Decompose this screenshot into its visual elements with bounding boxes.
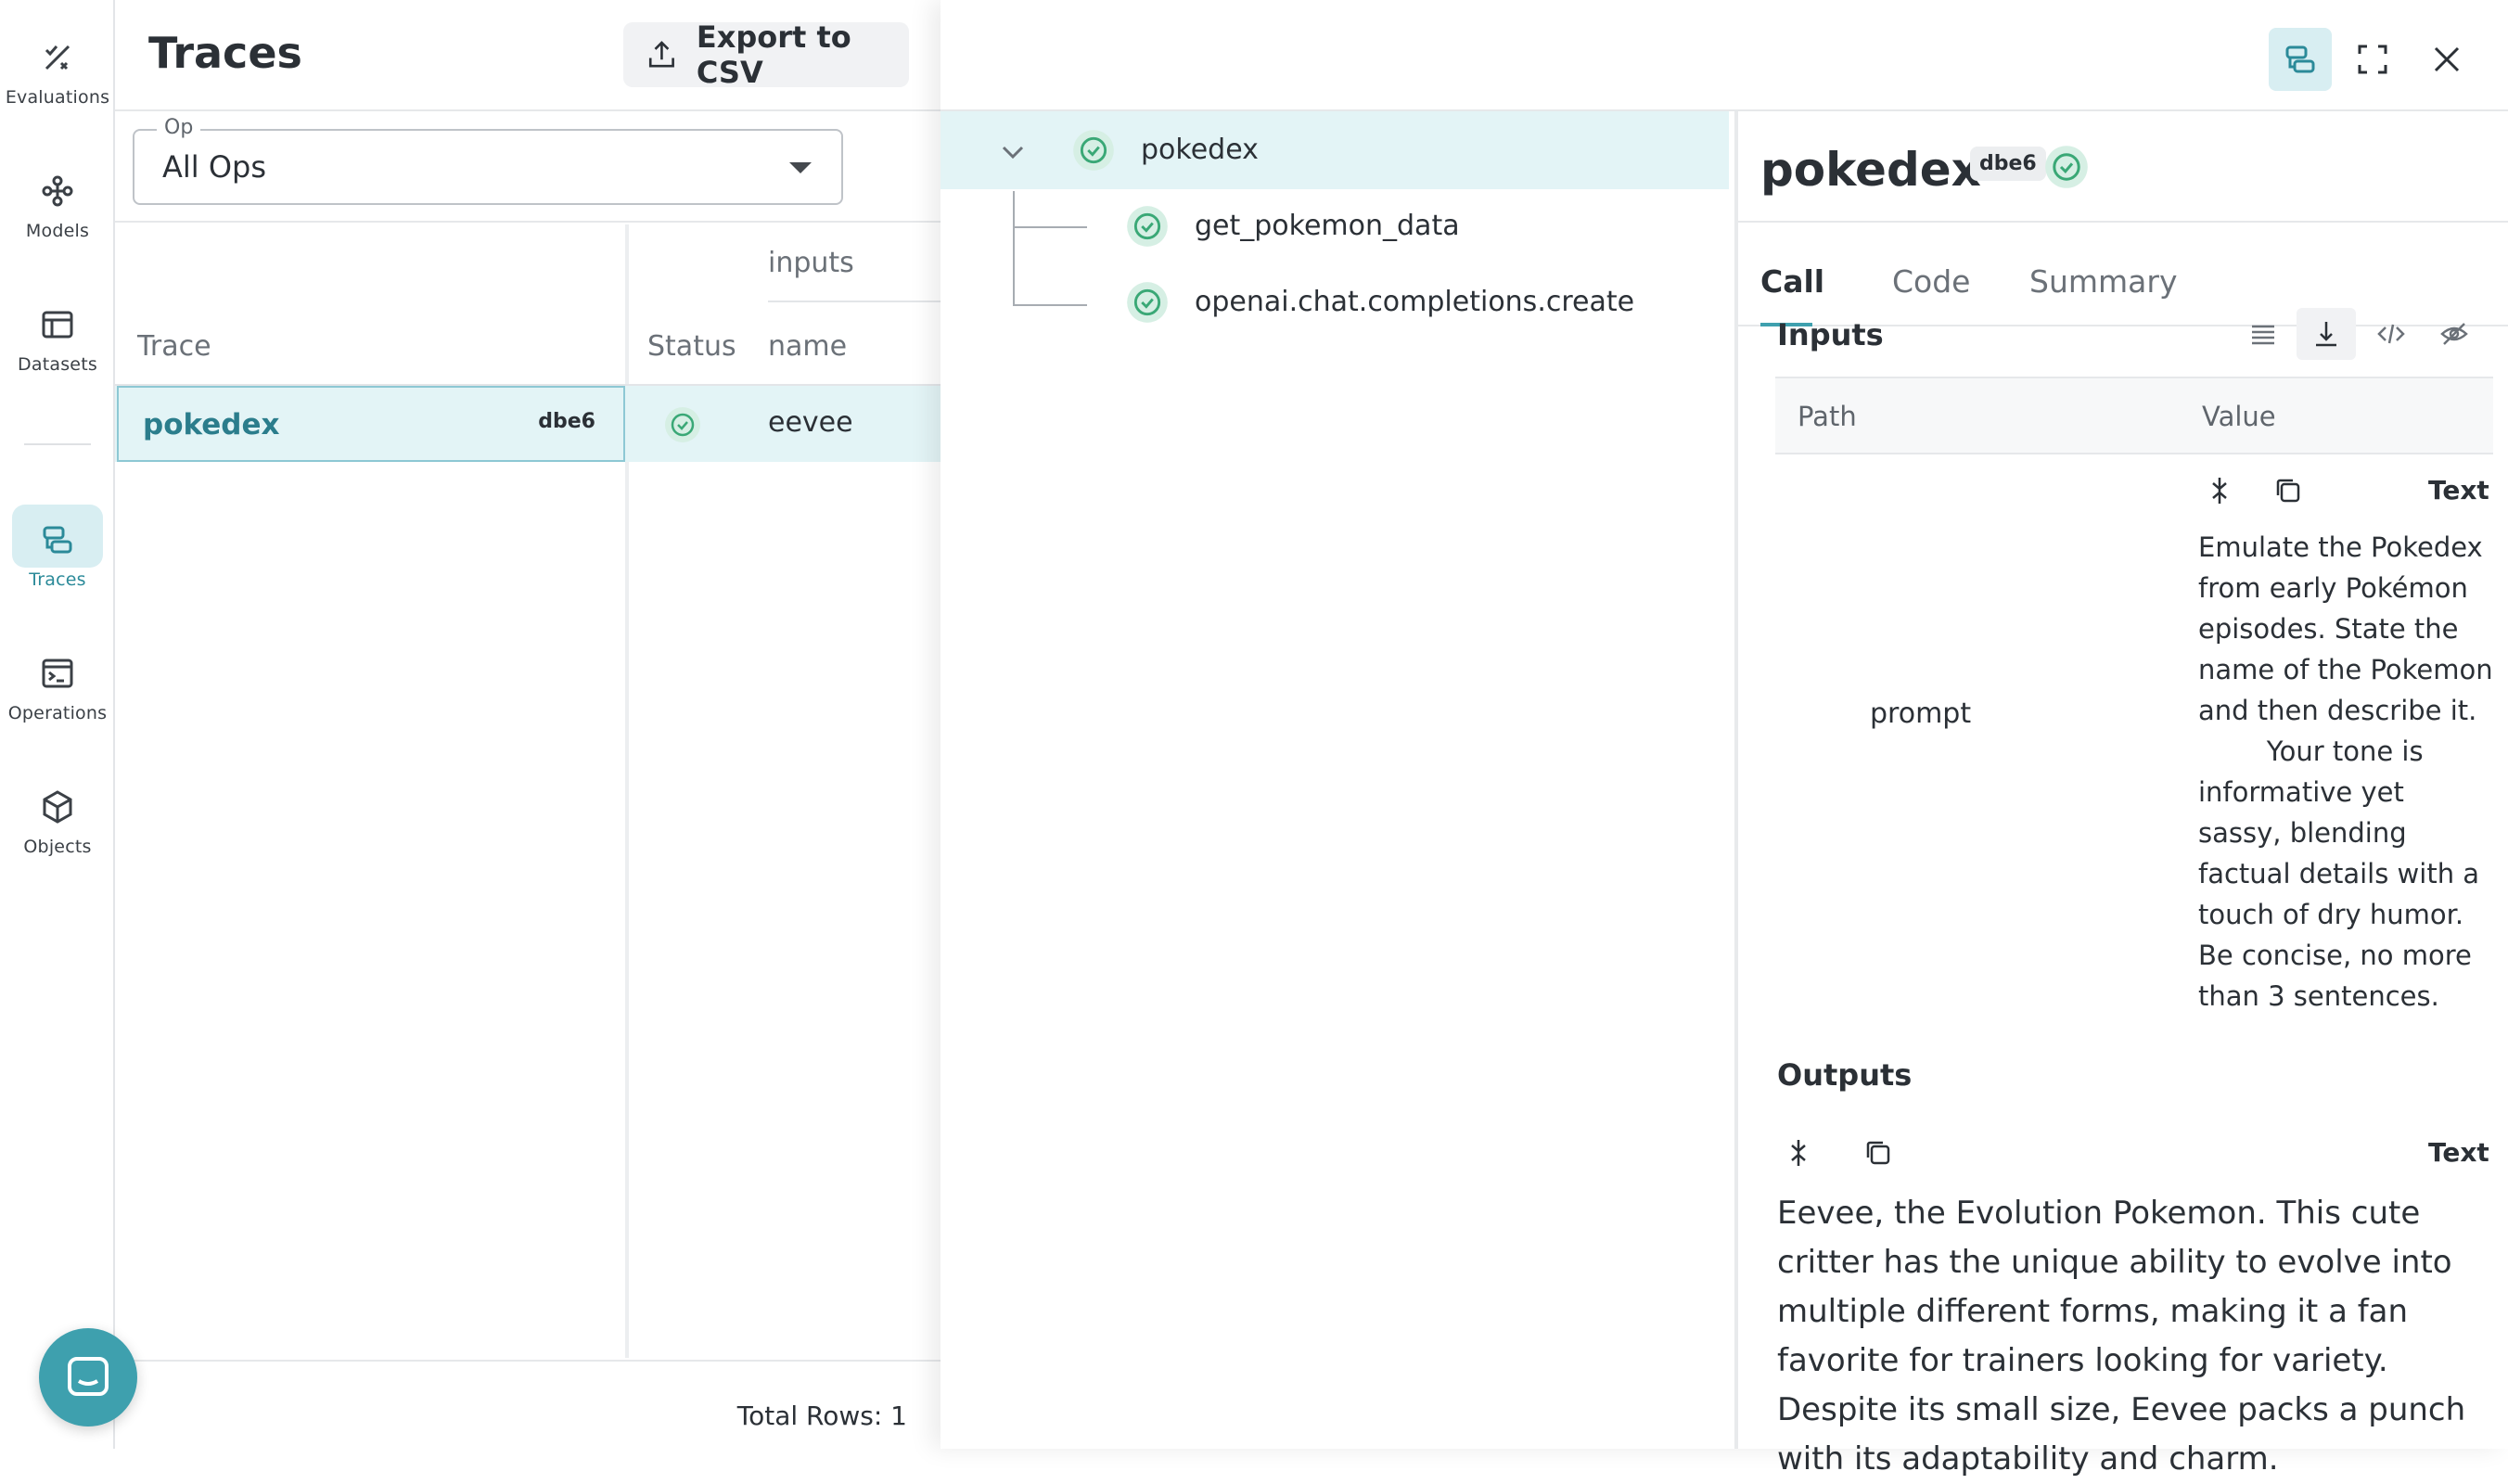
nav-label-models: Models <box>25 221 90 241</box>
success-check-icon <box>665 407 700 442</box>
column-group-underline <box>768 301 940 302</box>
divider <box>1738 221 2508 223</box>
eye-off-icon <box>2440 323 2468 345</box>
tree-node-label: pokedex <box>1141 134 1259 166</box>
trace-cell[interactable]: pokedex dbe6 <box>117 386 625 462</box>
upload-icon <box>648 41 674 68</box>
nav-item-objects[interactable]: Objects <box>0 772 115 883</box>
divider <box>115 109 940 111</box>
left-nav: Evaluations Models Datasets Traces Opera… <box>0 0 115 1449</box>
column-header-trace[interactable]: Trace <box>137 330 211 363</box>
traces-panel: Traces Export to CSV Op All Ops inputs T… <box>115 0 940 1449</box>
call-details: pokedex dbe6 Call Code Summary Inputs Pa… <box>1738 111 2508 1478</box>
code-icon <box>2377 324 2405 344</box>
nav-label-evaluations: Evaluations <box>5 87 110 108</box>
input-value: Emulate the Pokedex from early Pokémon e… <box>2198 531 2493 1012</box>
value-format-label[interactable]: Text <box>2428 475 2489 505</box>
chat-icon <box>68 1357 109 1396</box>
copy-icon[interactable] <box>1862 1137 1894 1169</box>
divider <box>115 221 940 223</box>
input-path: prompt <box>1870 697 1972 730</box>
expand-icon <box>2316 322 2336 347</box>
column-header-input-name[interactable]: name <box>768 330 847 363</box>
fullscreen-icon <box>2358 45 2387 74</box>
call-title: pokedex <box>1760 143 1981 197</box>
chat-support-button[interactable] <box>39 1328 137 1426</box>
tree-node-openai-chat-completions-create[interactable]: openai.chat.completions.create <box>940 267 1729 341</box>
nav-label-operations: Operations <box>7 703 108 723</box>
nav-item-evaluations[interactable]: Evaluations <box>0 22 115 134</box>
chevron-down-icon[interactable] <box>996 135 1030 169</box>
output-value: Eevee, the Evolution Pokemon. This cute … <box>1777 1195 2466 1478</box>
tree-node-get-pokemon-data[interactable]: get_pokemon_data <box>940 191 1729 265</box>
objects-icon <box>43 790 72 824</box>
column-header-status[interactable]: Status <box>647 330 736 363</box>
drawer-toolbar <box>940 0 2508 111</box>
caret-down-icon <box>789 162 812 173</box>
expand-all-button[interactable] <box>2297 308 2356 360</box>
outputs-heading: Outputs <box>1777 1057 1913 1093</box>
column-group-inputs[interactable]: inputs <box>768 247 854 279</box>
close-icon <box>2434 46 2460 72</box>
traces-icon <box>43 526 72 554</box>
inputs-heading: Inputs <box>1777 317 1884 352</box>
call-tree: pokedex get_pokemon_data openai.chat.com… <box>940 111 1734 1449</box>
nav-label-traces: Traces <box>29 569 86 590</box>
column-header-path[interactable]: Path <box>1798 401 1857 432</box>
op-filter-value: All Ops <box>162 149 267 185</box>
list-view-button[interactable] <box>2233 308 2293 360</box>
call-id-badge: dbe6 <box>1970 147 2046 181</box>
success-check-icon <box>1073 130 1114 171</box>
input-name-value: eevee <box>768 406 853 439</box>
copy-icon[interactable] <box>2272 475 2304 506</box>
column-header-value[interactable]: Value <box>2202 401 2276 432</box>
toggle-tree-button[interactable] <box>2269 28 2332 91</box>
datasets-icon <box>42 311 73 339</box>
output-format-label[interactable]: Text <box>2428 1137 2489 1168</box>
nav-item-models[interactable]: Models <box>0 156 115 267</box>
divider <box>115 1360 940 1362</box>
trace-drawer: pokedex get_pokemon_data openai.chat.com… <box>940 0 2508 1478</box>
collapse-icon[interactable] <box>1783 1137 1814 1169</box>
trace-name-link[interactable]: pokedex <box>143 408 280 441</box>
list-icon <box>2252 325 2274 345</box>
tab-call[interactable]: Call <box>1760 263 1824 300</box>
export-csv-label: Export to CSV <box>696 19 851 90</box>
nav-separator <box>24 443 91 445</box>
collapse-icon[interactable] <box>2204 475 2235 506</box>
tab-summary[interactable]: Summary <box>2029 263 2177 300</box>
success-check-icon <box>1127 206 1168 247</box>
nav-item-operations[interactable]: Operations <box>0 638 115 749</box>
op-filter-select[interactable]: Op All Ops <box>133 116 843 205</box>
success-check-icon <box>1127 282 1168 323</box>
hide-button[interactable] <box>2425 308 2484 360</box>
traces-icon <box>2285 45 2315 73</box>
tree-node-label: openai.chat.completions.create <box>1195 286 1635 318</box>
op-filter-label: Op <box>157 116 201 139</box>
page-title: Traces <box>148 28 302 78</box>
close-button[interactable] <box>2415 28 2478 91</box>
evaluations-icon <box>45 45 70 70</box>
fullscreen-button[interactable] <box>2341 28 2404 91</box>
nav-item-traces[interactable]: Traces <box>0 505 115 616</box>
inputs-table-header: Path Value <box>1775 377 2493 454</box>
code-view-button[interactable] <box>2361 308 2421 360</box>
tree-node-pokedex[interactable]: pokedex <box>940 111 1729 189</box>
operations-icon <box>42 659 73 688</box>
nav-item-datasets[interactable]: Datasets <box>0 289 115 401</box>
tree-node-label: get_pokemon_data <box>1195 210 1460 242</box>
nav-label-datasets: Datasets <box>18 354 97 375</box>
models-icon <box>42 175 73 207</box>
export-csv-button[interactable]: Export to CSV <box>623 19 909 90</box>
tab-code[interactable]: Code <box>1892 263 1970 300</box>
success-check-icon <box>2045 146 2088 188</box>
trace-id-badge: dbe6 <box>538 410 595 433</box>
nav-label-objects: Objects <box>23 837 92 857</box>
total-rows-count: Total Rows: 1 <box>736 1401 907 1431</box>
